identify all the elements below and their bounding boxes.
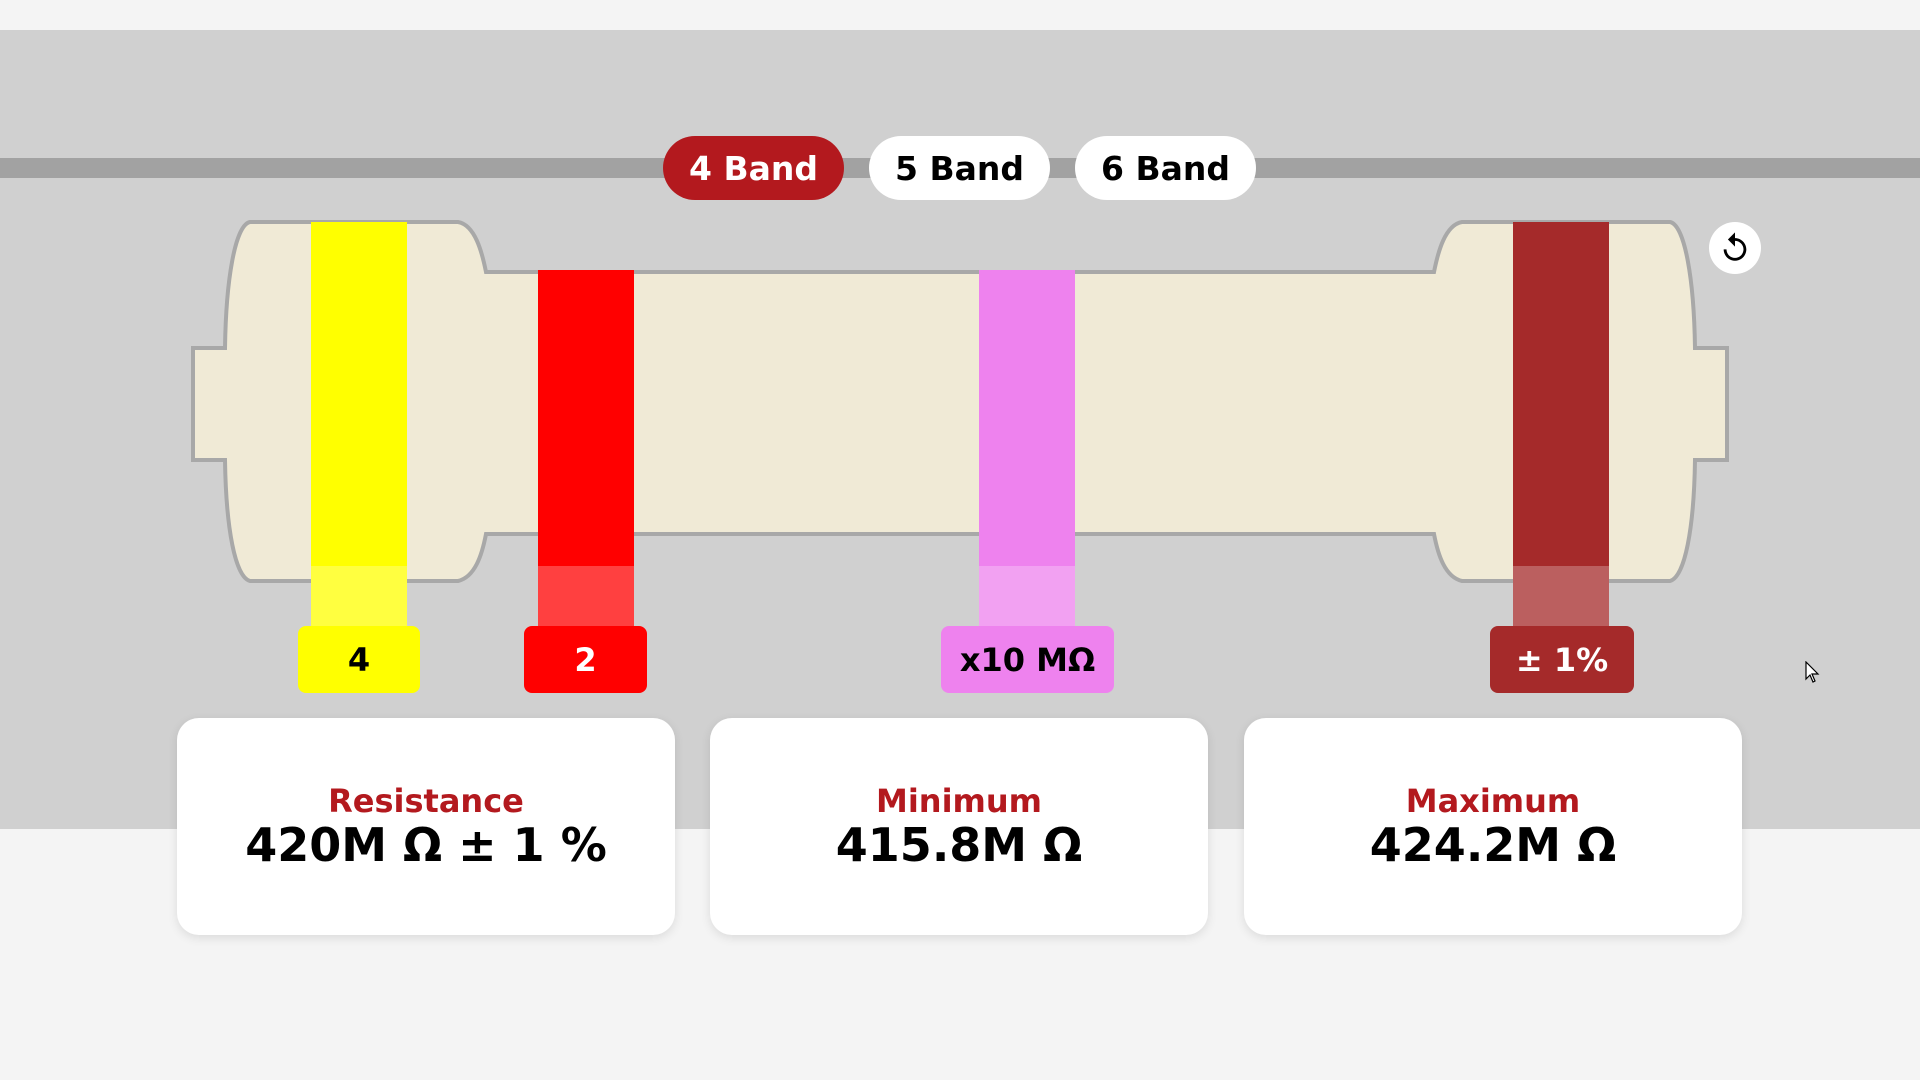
resistance-title: Resistance — [328, 781, 524, 820]
resistor-outline — [191, 220, 1729, 583]
maximum-card: Maximum 424.2M Ω — [1244, 718, 1742, 935]
resistance-card: Resistance 420M Ω ± 1 % — [177, 718, 675, 935]
maximum-value: 424.2M Ω — [1369, 817, 1617, 872]
reset-button[interactable] — [1709, 222, 1761, 274]
minimum-title: Minimum — [875, 781, 1043, 820]
band-2-label[interactable]: 2 — [524, 626, 647, 693]
reset-icon — [1723, 232, 1747, 261]
minimum-card: Minimum 415.8M Ω — [710, 718, 1208, 935]
band-multiplier-label[interactable]: x10 MΩ — [941, 626, 1114, 693]
band-2-digit[interactable] — [538, 270, 634, 626]
band-multiplier[interactable] — [979, 270, 1075, 626]
band-1-label[interactable]: 4 — [298, 626, 420, 693]
band-1-digit[interactable] — [311, 222, 407, 626]
mouse-cursor-icon — [1805, 661, 1820, 683]
resistance-value: 420M Ω ± 1 % — [245, 817, 607, 872]
band-connector — [311, 566, 407, 626]
band-tolerance-label[interactable]: ± 1% — [1490, 626, 1634, 693]
maximum-title: Maximum — [1405, 781, 1581, 820]
minimum-value: 415.8M Ω — [835, 817, 1083, 872]
band-connector — [979, 566, 1075, 626]
band-tolerance[interactable] — [1513, 222, 1609, 626]
band-connector — [538, 566, 634, 626]
band-connector — [1513, 566, 1609, 626]
